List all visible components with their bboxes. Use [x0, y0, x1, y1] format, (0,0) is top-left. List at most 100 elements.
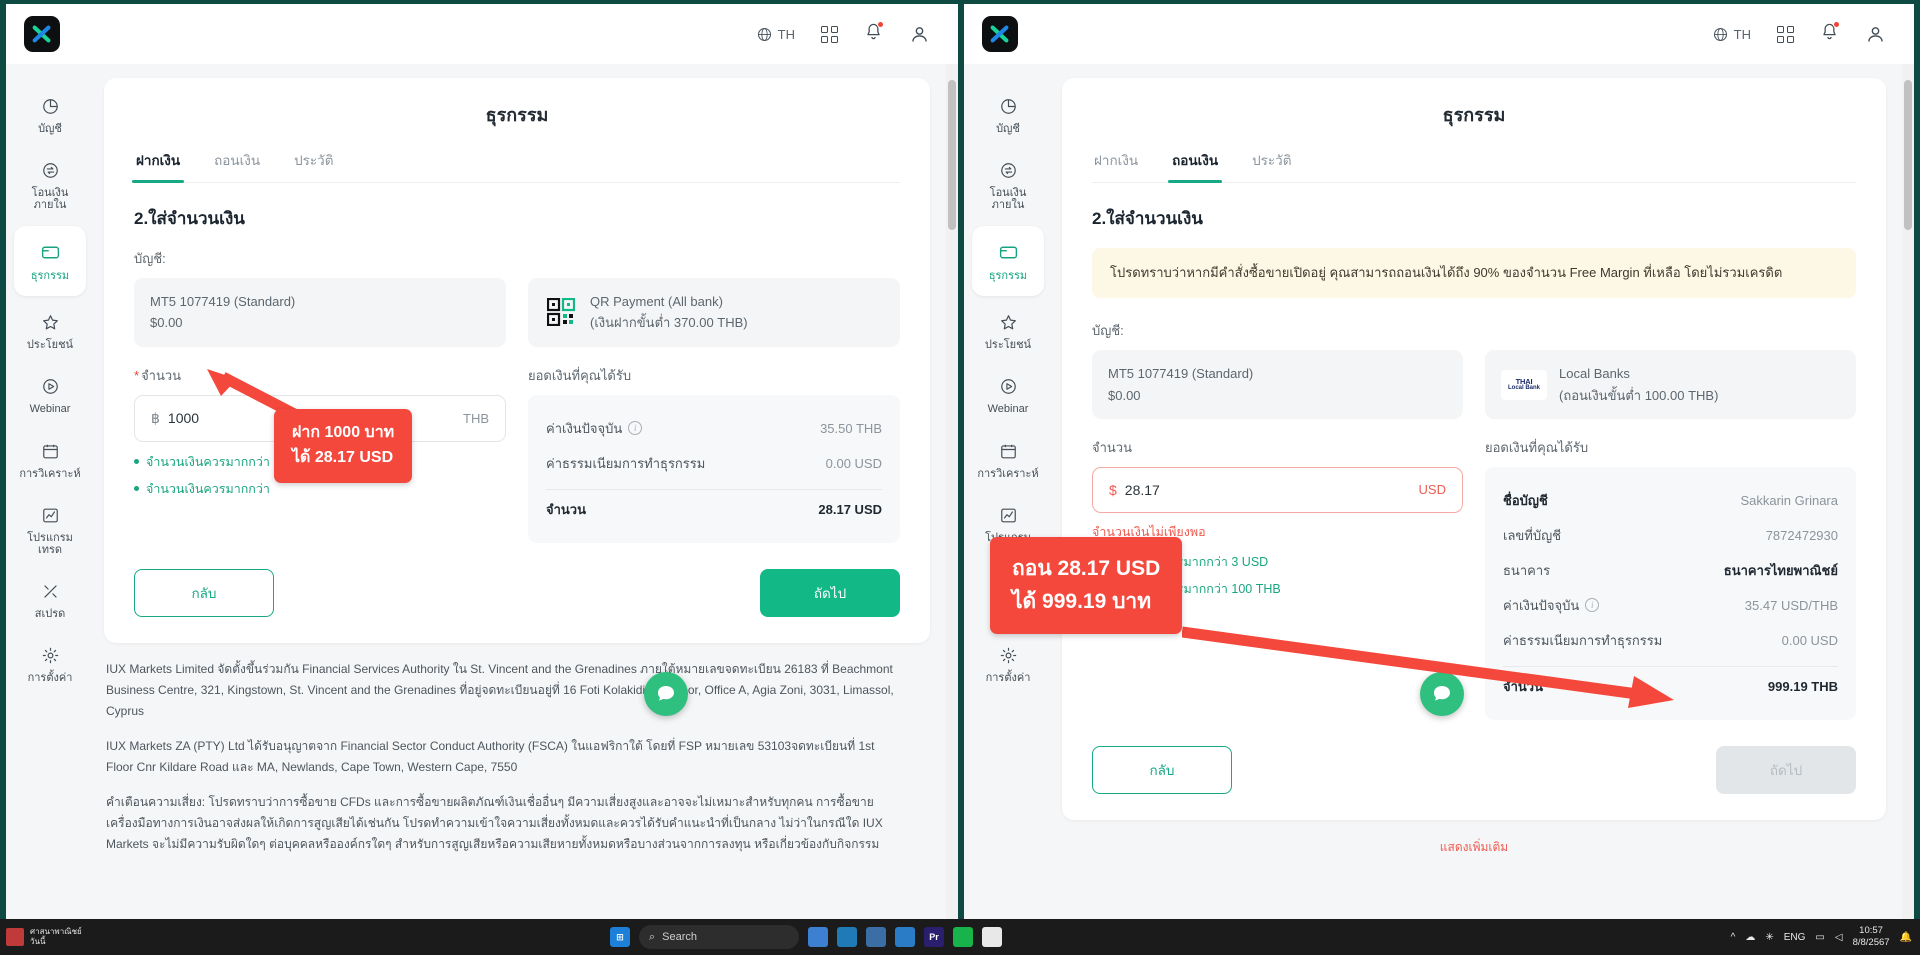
sidebar-item-benefits[interactable]: ประโยชน์ [972, 302, 1044, 360]
desktop-note-icon[interactable] [6, 928, 24, 946]
summary-row-value: 35.47 USD/THB [1744, 597, 1838, 613]
chart-line-icon [1000, 508, 1016, 523]
summary-row-label: ค่าธรรมเนียมการทำธุรกรรม [1503, 632, 1663, 648]
scrollbar-right[interactable] [1902, 64, 1914, 926]
sidebar-item-transactions[interactable]: ธุรกรรม [972, 226, 1044, 297]
tab-deposit[interactable]: ฝากเงิน [131, 149, 185, 183]
notifications-button[interactable] [864, 21, 884, 46]
sidebar-item-settings[interactable]: การตั้งค่า [14, 635, 86, 693]
tab-bar-right: ฝากเงิน ถอนเงิน ประวัติ [1092, 149, 1856, 183]
withdraw-method-select[interactable]: THAI Local Bank Local Banks (ถอนเงินขั้น… [1485, 350, 1856, 419]
tab-history[interactable]: ประวัติ [294, 149, 333, 182]
app-header-right: TH [964, 4, 1914, 64]
taskbar-search[interactable]: ⌕ Search [639, 925, 799, 949]
edge-icon[interactable] [837, 927, 857, 947]
sidebar-item-spread[interactable]: สเปรด [14, 571, 86, 629]
sidebar-item-internal-transfer[interactable]: โอนเงินภายใน [972, 150, 1044, 220]
sidebar-item-internal-transfer[interactable]: โอนเงินภายใน [14, 150, 86, 220]
tab-withdraw[interactable]: ถอนเงิน [214, 149, 260, 182]
info-icon[interactable]: i [1585, 598, 1600, 613]
tab-deposit[interactable]: ฝากเงิน [1094, 149, 1138, 182]
sidebar-left: บัญชี โอนเงินภายใน ธุรกรรม ประโยชน์ Webi… [6, 64, 94, 926]
display-icon[interactable]: ▭ [1815, 932, 1824, 943]
star-icon [1000, 315, 1016, 330]
user-avatar-icon[interactable] [909, 24, 930, 45]
summary-label: ยอดเงินที่คุณได้รับ [1485, 439, 1589, 455]
sidebar-item-accounts[interactable]: บัญชี [14, 86, 86, 144]
sidebar-item-accounts[interactable]: บัญชี [972, 86, 1044, 144]
sidebar-label: บัญชี [996, 123, 1020, 135]
sidebar-item-analysis[interactable]: การวิเคราะห์ [972, 431, 1044, 489]
account-section-label: บัญชี: [134, 251, 166, 266]
user-avatar-icon[interactable] [1865, 24, 1886, 45]
apps-grid-icon[interactable] [1777, 25, 1794, 43]
amount-label: จำนวน [1092, 439, 1132, 455]
summary-row-label: ค่าเงินปัจจุบัน i [546, 418, 643, 439]
amount-unit: USD [1418, 482, 1446, 498]
sidebar-item-webinar[interactable]: Webinar [14, 366, 86, 424]
summary-row-value: ธนาคารไทยพาณิชย์ [1723, 562, 1838, 578]
explorer-icon[interactable] [866, 927, 886, 947]
sidebar-item-transactions[interactable]: ธุรกรรม [14, 226, 86, 297]
hint-text: จำนวนเงินควรมากกว่า [146, 481, 270, 496]
payment-method-select[interactable]: QR Payment (All bank) (เงินฝากขั้นต่ำ 37… [528, 278, 900, 347]
note-line-1: ศาสนาพาณิชย์ [30, 927, 82, 936]
callout-line-2: ได้ 999.19 บาท [1012, 589, 1152, 613]
iux-logo-icon[interactable] [982, 16, 1018, 52]
qr-code-icon [544, 297, 578, 327]
account-select[interactable]: MT5 1077419 (Standard) $0.00 [1092, 350, 1463, 419]
tab-withdraw[interactable]: ถอนเงิน [1168, 149, 1223, 183]
apps-grid-icon[interactable] [821, 25, 838, 43]
show-more-link[interactable]: แสดงเพิ่มเติม [1062, 838, 1886, 857]
sidebar-item-benefits[interactable]: ประโยชน์ [14, 302, 86, 360]
summary-row: ชื่อบัญชี Sakkarin Grinara [1503, 483, 1838, 518]
scrollbar-thumb[interactable] [948, 80, 956, 230]
chrome-icon[interactable] [982, 927, 1002, 947]
transfer-icon [42, 163, 58, 178]
scrollbar-left[interactable] [946, 64, 958, 926]
tab-history[interactable]: ประวัติ [1252, 149, 1291, 182]
scrollbar-thumb[interactable] [1904, 80, 1912, 230]
chat-support-button[interactable] [644, 672, 688, 716]
language-selector[interactable]: TH [757, 27, 795, 42]
notifications-button[interactable] [1820, 21, 1840, 46]
premiere-icon[interactable]: Pr [924, 927, 944, 947]
language-selector[interactable]: TH [1713, 27, 1751, 42]
taskbar-clock[interactable]: 10:57 8/8/2567 [1853, 925, 1890, 949]
bluetooth-icon[interactable]: ✳ [1765, 932, 1773, 943]
summary-row-label: ค่าเงินปัจจุบัน i [1503, 595, 1600, 616]
volume-icon[interactable]: ◁ [1835, 932, 1843, 943]
action-buttons-right: กลับ ถัดไป [1092, 745, 1856, 794]
sidebar-label: โอนเงินภายใน [31, 187, 69, 212]
chevron-up-icon[interactable]: ^ [1731, 932, 1736, 943]
next-button[interactable]: ถัดไป [760, 568, 900, 617]
amount-input[interactable]: $ 28.17 USD [1092, 466, 1463, 513]
summary-total-value: 28.17 USD [818, 501, 882, 517]
info-icon[interactable]: i [628, 421, 643, 436]
bell-icon[interactable]: 🔔 [1900, 932, 1912, 943]
iux-logo-icon[interactable] [24, 16, 60, 52]
summary-row-label: ธนาคาร [1503, 562, 1551, 578]
note-line-2: วันนี้ [30, 937, 46, 946]
legal-paragraph: IUX Markets Limited จัดตั้งขึ้นร่วมกัน F… [106, 661, 894, 718]
sidebar-item-analysis[interactable]: การวิเคราะห์ [14, 431, 86, 489]
language-indicator[interactable]: ENG [1784, 932, 1806, 943]
card-icon [41, 246, 59, 259]
summary-row: ค่าเงินปัจจุบัน i 35.47 USD/THB [1503, 588, 1838, 623]
chat-support-button[interactable] [1420, 672, 1464, 716]
step-title: 2.ใส่จำนวนเงิน [134, 209, 245, 228]
weather-icon[interactable] [808, 927, 828, 947]
account-balance: $0.00 [1108, 387, 1141, 403]
currency-symbol: $ [1109, 481, 1117, 498]
back-button[interactable]: กลับ [1092, 745, 1232, 794]
sidebar-item-trading-platform[interactable]: โปรแกรมเทรด [14, 495, 86, 565]
store-icon[interactable] [895, 927, 915, 947]
sidebar-item-webinar[interactable]: Webinar [972, 366, 1044, 424]
back-button[interactable]: กลับ [134, 568, 274, 617]
onedrive-icon[interactable]: ☁ [1745, 932, 1755, 943]
line-icon[interactable] [953, 927, 973, 947]
windows-start-icon[interactable]: ⊞ [610, 927, 630, 947]
account-select[interactable]: MT5 1077419 (Standard) $0.00 [134, 278, 506, 347]
sidebar-item-settings[interactable]: การตั้งค่า [972, 635, 1044, 693]
next-button[interactable]: ถัดไป [1716, 745, 1856, 794]
